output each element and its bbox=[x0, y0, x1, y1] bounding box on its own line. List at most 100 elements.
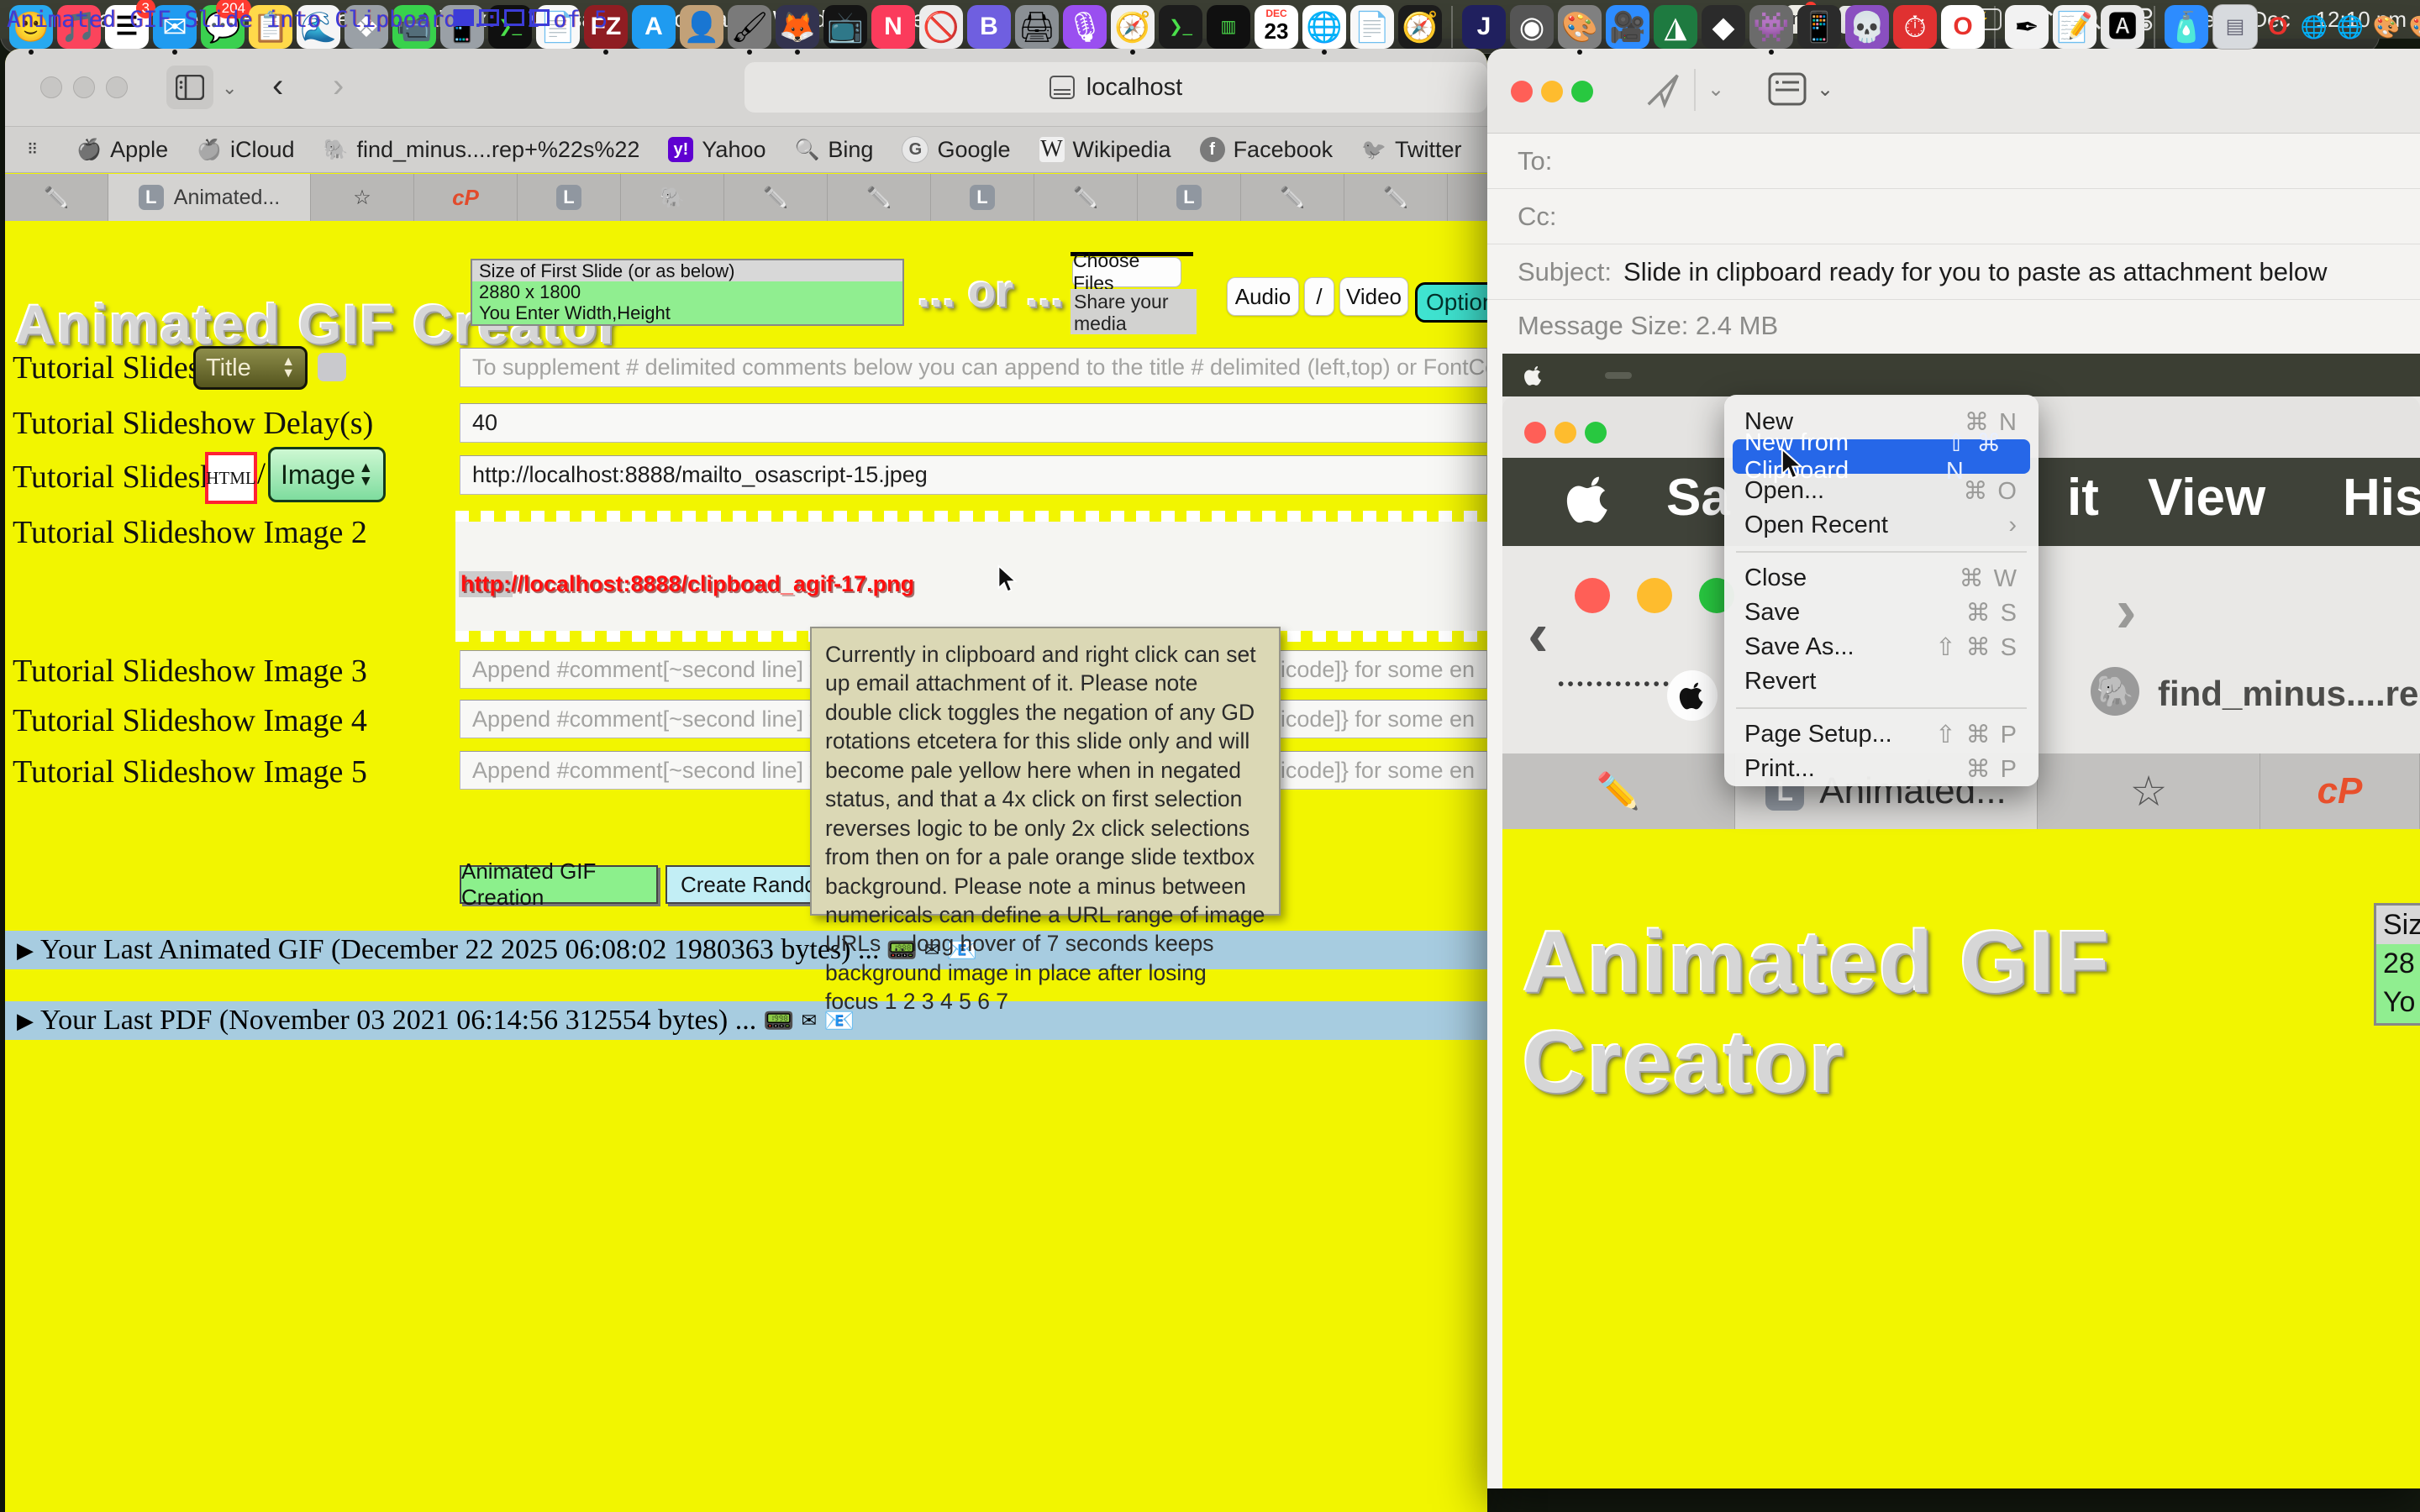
dock-icon[interactable]: 🚫 bbox=[919, 5, 963, 49]
dock-icon[interactable]: 🌐 bbox=[2298, 5, 2330, 49]
browser-tab[interactable]: ✏️ bbox=[1241, 174, 1344, 221]
browser-tab[interactable]: ✏️ bbox=[1344, 174, 1448, 221]
dock-icon[interactable]: 🎥 bbox=[1606, 5, 1649, 49]
delay-input[interactable]: 40 bbox=[460, 403, 1487, 443]
browser-tab[interactable]: L Animated... bbox=[108, 174, 311, 221]
cc-field[interactable]: Cc: bbox=[1487, 189, 2420, 244]
address-bar[interactable]: localhost bbox=[744, 62, 1487, 113]
file-menu-item[interactable]: Save ⌘ S bbox=[1724, 596, 2039, 630]
dock-icon[interactable]: 📝 bbox=[2053, 5, 2096, 49]
dock-icon[interactable]: A bbox=[632, 5, 676, 49]
header-fields-button[interactable] bbox=[1768, 72, 1807, 106]
dock-icon[interactable]: 🎨 bbox=[2370, 5, 2402, 49]
title-select[interactable]: Title▲▼ bbox=[193, 346, 308, 390]
dock-icon[interactable]: ◮ bbox=[1654, 5, 1697, 49]
dock-icon[interactable]: ❯_ bbox=[1159, 5, 1202, 49]
row1-toggle-square[interactable] bbox=[318, 353, 346, 381]
dock-icon[interactable]: O bbox=[2262, 5, 2294, 49]
dock-icon[interactable]: 🖨 bbox=[1015, 5, 1059, 49]
expander-icon[interactable]: ▶ bbox=[17, 1008, 34, 1034]
browser-tab[interactable]: ✏️ bbox=[5, 174, 108, 221]
audio-button[interactable]: Audio bbox=[1227, 277, 1299, 316]
file-menu-item[interactable] bbox=[1736, 707, 2027, 709]
browser-tab[interactable]: L bbox=[931, 174, 1034, 221]
dock-icon[interactable]: 🧴 bbox=[2165, 5, 2208, 49]
dock-icon[interactable]: J bbox=[1462, 5, 1506, 49]
bookmark-item[interactable]: 🐘 find_minus....rep+%22s%22 bbox=[324, 137, 640, 163]
dock-icon[interactable]: 📄 bbox=[1350, 5, 1394, 49]
size-option-header[interactable]: Size of First Slide (or as below) bbox=[472, 260, 902, 281]
browser-tab[interactable]: 🐘 bbox=[621, 174, 724, 221]
dock-icon[interactable]: 🌐 bbox=[1302, 5, 1346, 49]
zoom-button[interactable] bbox=[1571, 81, 1593, 102]
dock-icon[interactable]: ▥ bbox=[1207, 5, 1250, 49]
file-menu-item[interactable]: Close ⌘ W bbox=[1724, 561, 2039, 596]
dock-icon[interactable]: N bbox=[871, 5, 915, 49]
dock-icon[interactable]: 📺 bbox=[823, 5, 867, 49]
expander-icon[interactable]: ▶ bbox=[17, 937, 34, 963]
dock-icon[interactable]: 💀 bbox=[1845, 5, 1889, 49]
dock-icon[interactable]: ▤ bbox=[2212, 4, 2258, 50]
video-button[interactable]: Video bbox=[1339, 277, 1408, 316]
title-supplement-input[interactable]: To supplement # delimited comments below… bbox=[460, 348, 1487, 387]
dock-icon[interactable]: 🧭 bbox=[1398, 5, 1442, 49]
image-select[interactable]: Image▲▼ bbox=[268, 447, 386, 502]
dock-icon[interactable]: 📱 bbox=[1797, 5, 1841, 49]
slide1-url-input[interactable]: http://localhost:8888/mailto_osascript-1… bbox=[460, 455, 1487, 495]
browser-tab[interactable]: ✏️ bbox=[724, 174, 828, 221]
browser-tab[interactable]: ✏️ bbox=[828, 174, 931, 221]
file-menu-item[interactable] bbox=[1736, 551, 2027, 553]
bookmark-item[interactable]: 🐦 Twitter bbox=[1361, 137, 1461, 163]
back-button[interactable]: ‹ bbox=[272, 67, 283, 105]
dock-icon[interactable]: B bbox=[967, 5, 1011, 49]
file-menu-item[interactable]: New from Clipboard ⇧ ⌘ N bbox=[1733, 439, 2030, 474]
subject-field[interactable]: Subject: Slide in clipboard ready for yo… bbox=[1487, 244, 2420, 300]
size-select-listbox[interactable]: Size of First Slide (or as below) 2880 x… bbox=[471, 259, 904, 326]
bookmark-item[interactable]: 🍎 Apple bbox=[76, 137, 168, 163]
bookmark-item[interactable]: G Google bbox=[902, 136, 1010, 163]
bookmark-item[interactable]: ⠿ bbox=[27, 141, 48, 159]
close-button[interactable] bbox=[40, 76, 62, 98]
attached-screenshot[interactable]: Sa it View History ‹ › •••••••••••• 🐘 fi… bbox=[1502, 354, 2420, 1488]
minimize-button[interactable] bbox=[73, 76, 95, 98]
size-option-custom[interactable]: You Enter Width,Height bbox=[472, 302, 902, 323]
dock-icon[interactable]: 🦊 bbox=[776, 5, 819, 49]
zoom-button[interactable] bbox=[106, 76, 128, 98]
dock-icon[interactable]: 🎙 bbox=[1063, 5, 1107, 49]
dock-icon[interactable]: 👤 bbox=[680, 5, 723, 49]
dock-icon[interactable]: ◆ bbox=[1702, 5, 1745, 49]
animated-gif-creation-button[interactable]: Animated GIF Creation bbox=[460, 865, 658, 904]
slash-button[interactable]: / bbox=[1304, 277, 1334, 316]
last-gif-bar[interactable]: ▶ Your Last Animated GIF (December 22 20… bbox=[5, 931, 1487, 969]
dock-icon[interactable]: 👾 bbox=[1749, 5, 1793, 49]
header-fields-chevron-icon[interactable]: ⌄ bbox=[1817, 77, 1833, 102]
browser-tab[interactable]: L bbox=[1138, 174, 1241, 221]
dock-icon[interactable]: O bbox=[1941, 5, 1985, 49]
html-chip-button[interactable]: HTML bbox=[205, 452, 257, 504]
dock-icon[interactable]: 🅰 bbox=[2101, 5, 2144, 49]
dock-icon[interactable] bbox=[2154, 6, 2155, 48]
bookmark-item[interactable]: 🔍 Bing bbox=[795, 137, 874, 163]
file-menu-item[interactable]: Open Recent › bbox=[1724, 508, 2039, 543]
dock-icon[interactable]: ◉ bbox=[1510, 5, 1554, 49]
dock-icon[interactable]: ✒ bbox=[2005, 5, 2049, 49]
minimize-button[interactable] bbox=[1541, 81, 1563, 102]
forward-button[interactable]: › bbox=[333, 67, 344, 105]
bookmark-item[interactable]: 🍏 iCloud bbox=[197, 137, 294, 163]
bookmark-item[interactable]: f Facebook bbox=[1200, 137, 1334, 163]
file-menu-item[interactable]: Save As... ⇧ ⌘ S bbox=[1724, 630, 2039, 664]
page-format-icon[interactable] bbox=[1050, 76, 1075, 99]
options-button[interactable]: Option bbox=[1415, 282, 1487, 323]
dock-icon[interactable]: 🧭 bbox=[1111, 5, 1155, 49]
img2-dropzone[interactable]: http://localhost:8888/clipboad_agif-17.p… bbox=[455, 511, 1487, 642]
dock-icon[interactable]: 🖌 bbox=[728, 5, 771, 49]
bookmark-item[interactable]: y! Yahoo bbox=[668, 137, 765, 163]
sidebar-chevron-icon[interactable]: ⌄ bbox=[222, 77, 237, 99]
to-field[interactable]: To: bbox=[1487, 134, 2420, 189]
dock-icon[interactable]: 🌐 bbox=[2334, 5, 2366, 49]
browser-tab[interactable]: ☆ bbox=[311, 174, 414, 221]
choose-files-button[interactable]: Choose Files bbox=[1072, 257, 1181, 287]
bookmark-item[interactable]: W Wikipedia bbox=[1039, 137, 1171, 163]
send-button[interactable] bbox=[1644, 71, 1682, 109]
last-pdf-bar[interactable]: ▶ Your Last PDF (November 03 2021 06:14:… bbox=[5, 1001, 1487, 1040]
